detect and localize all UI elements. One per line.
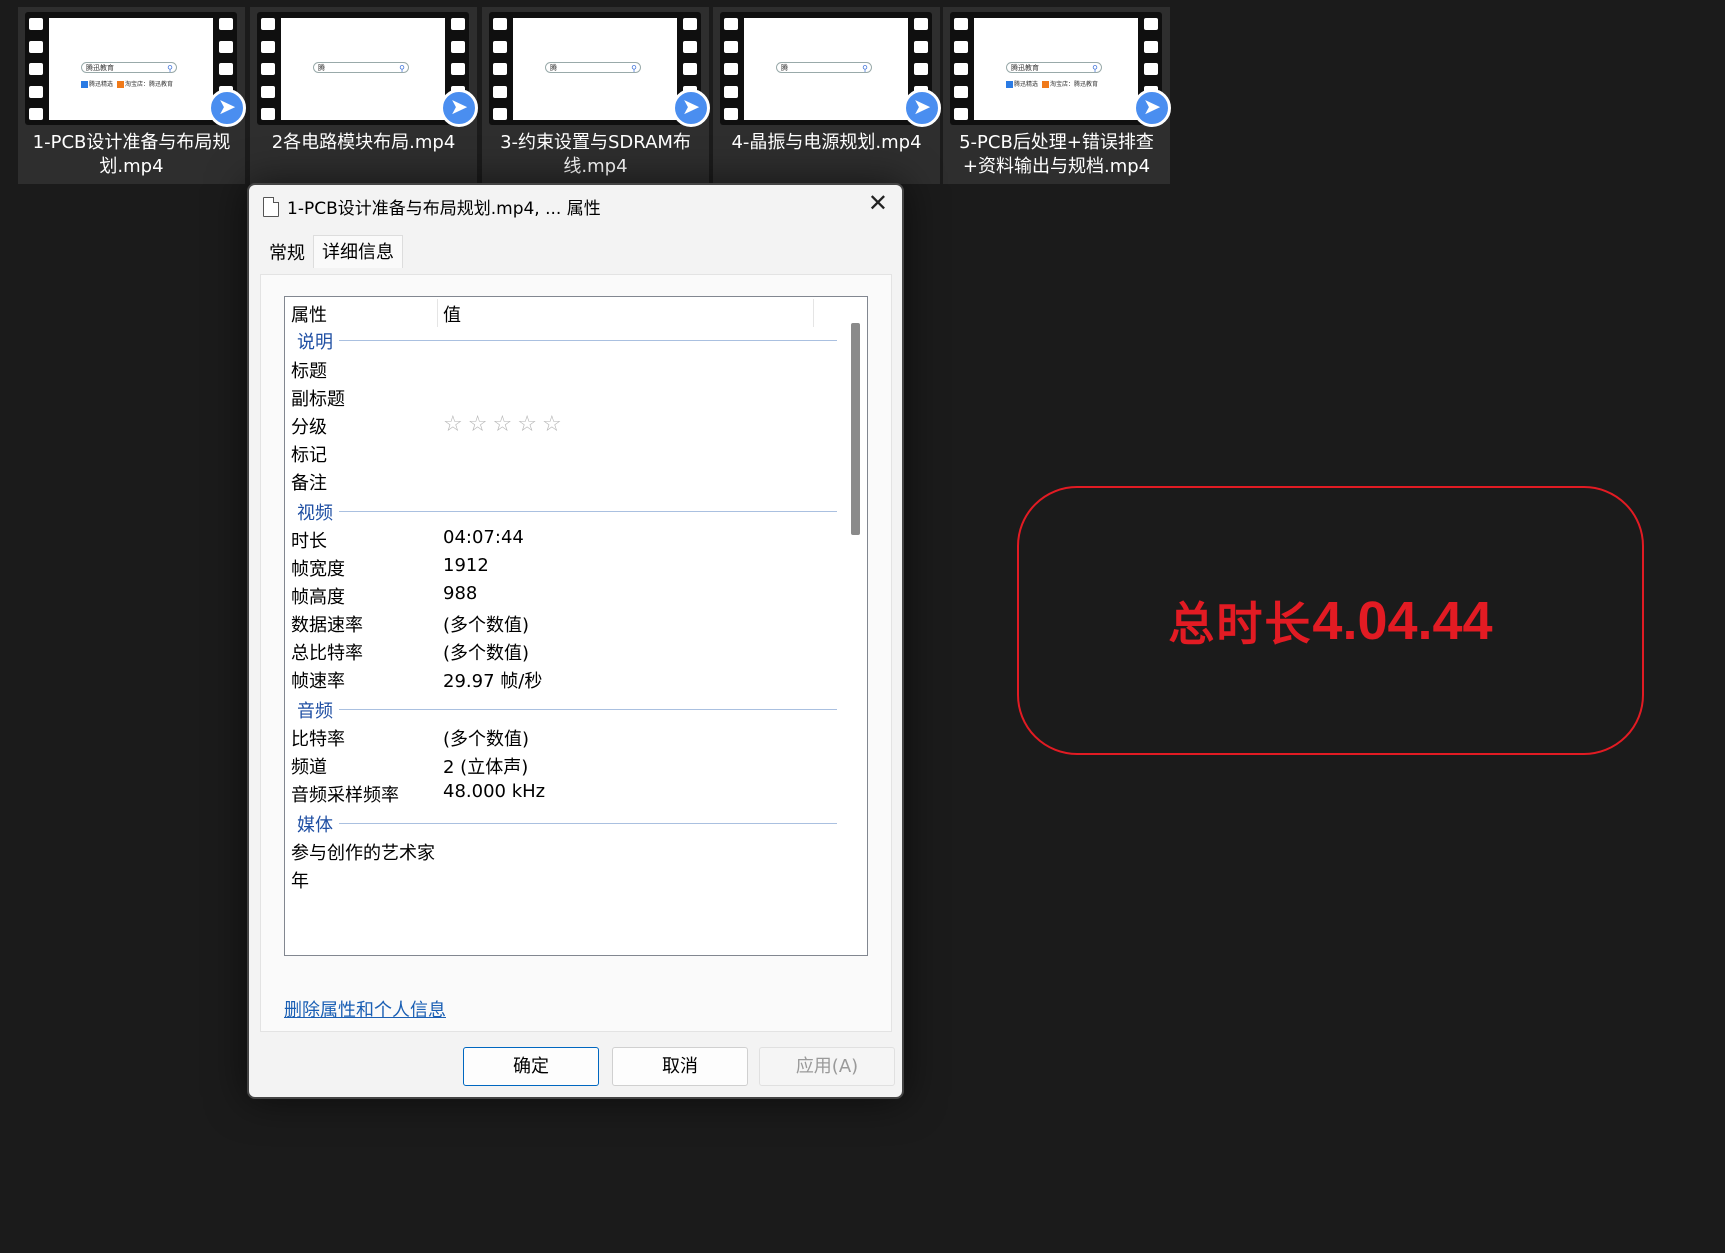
thumbnail-frame: 腾迅教育 ⚲ 腾迅精选 淘宝店：腾迅教育 bbox=[49, 18, 213, 120]
vertical-scrollbar[interactable] bbox=[849, 323, 860, 953]
shortcut-arrow-icon: ➤ bbox=[440, 89, 478, 127]
total-duration-label: 总时长 bbox=[1168, 596, 1313, 651]
dialog-titlebar: 1-PCB设计准备与布局规划.mp4, ... 属性 bbox=[263, 194, 601, 219]
shortcut-arrow-icon: ➤ bbox=[672, 89, 710, 127]
video-thumbnail: 腾迅教育 ⚲ 腾迅精选 淘宝店：腾迅教育 bbox=[25, 12, 237, 125]
star-icon: ☆ bbox=[492, 412, 513, 437]
shortcut-arrow-icon: ➤ bbox=[208, 89, 246, 127]
file-name: 5-PCB后处理+错误排查+资料输出与规档.mp4 bbox=[959, 132, 1154, 177]
dialog-title: 1-PCB设计准备与布局规划.mp4, ... 属性 bbox=[287, 199, 601, 219]
star-icon: ☆ bbox=[517, 412, 537, 437]
column-header-property[interactable]: 属性 bbox=[291, 301, 327, 327]
column-header-value[interactable]: 值 bbox=[443, 301, 461, 327]
star-icon: ☆ bbox=[541, 412, 562, 437]
file-name: 4-晶振与电源规划.mp4 bbox=[731, 132, 922, 153]
thumbnail-search-bar: 腾迅教育 ⚲ bbox=[81, 62, 177, 73]
video-thumbnail: 腾 ⚲ bbox=[489, 12, 701, 125]
list-item[interactable]: 年 bbox=[291, 867, 811, 893]
total-duration-badge: 总时长 4.04.44 bbox=[1017, 486, 1644, 755]
film-strip-icon bbox=[724, 18, 738, 120]
file-tile[interactable]: 腾 ⚲ ➤ 2各电路模块布局.mp4 bbox=[250, 7, 478, 184]
remove-properties-link[interactable]: 删除属性和个人信息 bbox=[284, 996, 446, 1022]
video-thumbnail: 腾 ⚲ bbox=[257, 12, 469, 125]
list-item[interactable]: 数据速率 (多个数值) bbox=[291, 611, 811, 637]
scrollbar-thumb[interactable] bbox=[851, 323, 860, 535]
list-item[interactable]: 帧宽度 1912 bbox=[291, 555, 811, 581]
film-strip-icon bbox=[954, 18, 968, 120]
tab-general[interactable]: 常规 bbox=[261, 238, 313, 267]
apply-button[interactable]: 应用(A) bbox=[759, 1047, 895, 1086]
thumbnail-tags: 腾迅精选 淘宝店：腾迅教育 bbox=[81, 79, 173, 88]
film-strip-icon bbox=[29, 18, 43, 120]
list-item[interactable]: 时长 04:07:44 bbox=[291, 527, 811, 553]
group-video: 视频 bbox=[297, 499, 837, 524]
list-item[interactable]: 帧速率 29.97 帧/秒 bbox=[291, 667, 811, 693]
thumbnail-search-bar: 腾 ⚲ bbox=[776, 62, 872, 73]
star-icon: ☆ bbox=[443, 412, 463, 437]
cancel-button[interactable]: 取消 bbox=[612, 1047, 748, 1086]
file-tile[interactable]: 腾迅教育 ⚲ 腾迅精选 淘宝店：腾迅教育 ➤ 5-PCB后处理+错误排查+资料输出与… bbox=[943, 7, 1171, 184]
list-header: 属性 值 bbox=[285, 297, 814, 328]
thumbnail-frame: 腾 ⚲ bbox=[281, 18, 445, 120]
list-item[interactable]: 标题 bbox=[291, 357, 811, 383]
list-item[interactable]: 音频采样频率 48.000 kHz bbox=[291, 781, 811, 807]
list-item[interactable]: 频道 2 (立体声) bbox=[291, 753, 811, 779]
group-description: 说明 bbox=[297, 328, 837, 353]
thumbnail-frame: 腾迅教育 ⚲ 腾迅精选 淘宝店：腾迅教育 bbox=[974, 18, 1138, 120]
file-tile[interactable]: 腾迅教育 ⚲ 腾迅精选 淘宝店：腾迅教育 ➤ 1-PCB设计准备与布局规划.mp4 bbox=[18, 7, 246, 184]
list-item[interactable]: 比特率 (多个数值) bbox=[291, 725, 811, 751]
thumbnail-search-bar: 腾 ⚲ bbox=[313, 62, 409, 73]
property-list[interactable]: 属性 值 说明 标题 副标题 分级 ☆ ☆ ☆ ☆ ☆ 标记 备注 视频 时长 04:07… bbox=[284, 296, 868, 956]
document-icon bbox=[263, 196, 279, 217]
list-item[interactable]: 分级 ☆ ☆ ☆ ☆ ☆ bbox=[291, 413, 811, 439]
film-strip-icon bbox=[493, 18, 507, 120]
group-media: 媒体 bbox=[297, 811, 837, 836]
file-name: 3-约束设置与SDRAM布线.mp4 bbox=[500, 132, 691, 177]
thumbnail-tags: 腾迅精选 淘宝店：腾迅教育 bbox=[1006, 79, 1098, 88]
details-panel: 属性 值 说明 标题 副标题 分级 ☆ ☆ ☆ ☆ ☆ 标记 备注 视频 时长 04:07… bbox=[260, 274, 892, 1032]
thumbnail-frame: 腾 ⚲ bbox=[513, 18, 677, 120]
shortcut-arrow-icon: ➤ bbox=[1133, 89, 1171, 127]
rating-stars[interactable]: ☆ ☆ ☆ ☆ ☆ bbox=[443, 413, 562, 437]
list-item[interactable]: 备注 bbox=[291, 469, 811, 495]
thumbnail-frame: 腾 ⚲ bbox=[744, 18, 908, 120]
group-audio: 音频 bbox=[297, 697, 837, 722]
list-item[interactable]: 副标题 bbox=[291, 385, 811, 411]
tab-details[interactable]: 详细信息 bbox=[313, 235, 403, 268]
thumbnail-search-bar: 腾迅教育 ⚲ bbox=[1006, 62, 1102, 73]
shortcut-arrow-icon: ➤ bbox=[903, 89, 941, 127]
video-thumbnail: 腾迅教育 ⚲ 腾迅精选 淘宝店：腾迅教育 bbox=[950, 12, 1162, 125]
file-tile[interactable]: 腾 ⚲ ➤ 4-晶振与电源规划.mp4 bbox=[713, 7, 941, 184]
file-name: 2各电路模块布局.mp4 bbox=[271, 132, 456, 153]
list-item[interactable]: 标记 bbox=[291, 441, 811, 467]
total-duration-value: 4.04.44 bbox=[1312, 590, 1493, 651]
file-tile[interactable]: 腾 ⚲ ➤ 3-约束设置与SDRAM布线.mp4 bbox=[482, 7, 710, 184]
file-name: 1-PCB设计准备与布局规划.mp4 bbox=[32, 132, 231, 177]
properties-dialog: 1-PCB设计准备与布局规划.mp4, ... 属性 ✕ 常规 详细信息 属性 … bbox=[247, 183, 904, 1099]
tab-bar: 常规 详细信息 bbox=[261, 235, 403, 268]
video-thumbnail: 腾 ⚲ bbox=[720, 12, 932, 125]
close-icon[interactable]: ✕ bbox=[868, 189, 888, 217]
thumbnail-search-bar: 腾 ⚲ bbox=[545, 62, 641, 73]
list-item[interactable]: 总比特率 (多个数值) bbox=[291, 639, 811, 665]
list-item[interactable]: 参与创作的艺术家 bbox=[291, 839, 811, 865]
film-strip-icon bbox=[261, 18, 275, 120]
list-item[interactable]: 帧高度 988 bbox=[291, 583, 811, 609]
ok-button[interactable]: 确定 bbox=[463, 1047, 599, 1086]
star-icon: ☆ bbox=[467, 412, 488, 437]
